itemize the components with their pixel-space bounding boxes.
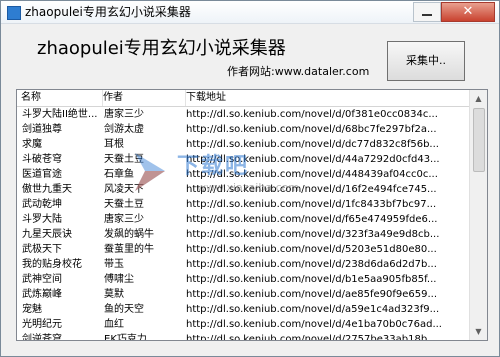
- novel-author: 血红: [104, 319, 124, 330]
- scroll-down-icon[interactable]: ▼: [470, 323, 487, 340]
- download-url: http://dl.so.keniub.com/novel/d/238d6da6…: [186, 259, 437, 270]
- list-item[interactable]: 武极天下 蚕茧里的牛 http://dl.so.keniub.com/novel/d…: [17, 242, 469, 257]
- novel-author: 唐家三少: [104, 109, 144, 120]
- list-item[interactable]: 傲世九重天 风凌天下 http://dl.so.keniub.com/novel/d…: [17, 182, 469, 197]
- download-url: http://dl.so.keniub.com/novel/d/5203e51d…: [186, 244, 437, 255]
- app-heading: zhaopulei专用玄幻小说采集器: [37, 38, 286, 59]
- novel-author: 剑游太虚: [104, 124, 144, 135]
- novel-author: 唐家三少: [104, 214, 144, 225]
- scroll-up-icon[interactable]: ▲: [470, 90, 487, 107]
- novel-list[interactable]: 名称 作者 下载地址 斗罗大陆II绝世... 唐家三少 http://dl.so.k…: [16, 89, 488, 341]
- download-url: http://dl.so.keniub.com/novel/d/2757be33…: [186, 334, 437, 341]
- novel-author: 带玉: [104, 259, 124, 270]
- title-bar[interactable]: zhaopulei专用玄幻小说采集器 ✕: [1, 1, 499, 24]
- window-title: zhaopulei专用玄幻小说采集器: [25, 5, 191, 19]
- minimize-button[interactable]: [413, 2, 441, 22]
- download-url: http://dl.so.keniub.com/novel/d/dc77d832…: [186, 139, 439, 150]
- scroll-thumb[interactable]: [473, 108, 485, 172]
- novel-name: 武炼巅峰: [22, 289, 62, 300]
- list-item[interactable]: 医道官途 石章鱼 http://dl.so.keniub.com/novel/d/4…: [17, 167, 469, 182]
- download-url: http://dl.so.keniub.com/novel/d/16f2e494…: [186, 184, 437, 195]
- list-item[interactable]: 剑逆苍穹 EK巧克力 http://dl.so.keniub.com/novel/d…: [17, 332, 469, 341]
- novel-name: 傲世九重天: [22, 184, 72, 195]
- novel-name: 斗罗大陆II绝世...: [22, 109, 98, 120]
- list-item[interactable]: 光明纪元 血红 http://dl.so.keniub.com/novel/d/4e…: [17, 317, 469, 332]
- list-header: 名称 作者 下载地址: [17, 90, 469, 107]
- column-header-author[interactable]: 作者: [99, 90, 186, 106]
- novel-author: 傅啸尘: [104, 274, 134, 285]
- list-item[interactable]: 我的贴身校花 带玉 http://dl.so.keniub.com/novel/d/…: [17, 257, 469, 272]
- novel-name: 武动乾坤: [22, 199, 62, 210]
- collect-button[interactable]: 采集中..: [387, 41, 465, 81]
- list-item[interactable]: 武炼巅峰 莫默 http://dl.so.keniub.com/novel/d/ae…: [17, 287, 469, 302]
- novel-author: 天蚕土豆: [104, 154, 144, 165]
- list-item[interactable]: 九星天辰诀 发飙的蜗牛 http://dl.so.keniub.com/novel/…: [17, 227, 469, 242]
- column-header-url[interactable]: 下载地址: [182, 90, 469, 106]
- novel-name: 剑逆苍穹: [22, 334, 62, 341]
- list-item[interactable]: 求魔 耳根 http://dl.so.keniub.com/novel/d/dc77…: [17, 137, 469, 152]
- author-website-label: 作者网站:www.dataler.com: [227, 65, 370, 78]
- novel-name: 宠魅: [22, 304, 42, 315]
- novel-author: 风凌天下: [104, 184, 144, 195]
- download-url: http://dl.so.keniub.com/novel/d/ae85fe90…: [186, 289, 438, 300]
- novel-name: 求魔: [22, 139, 42, 150]
- list-item[interactable]: 斗破苍穹 天蚕土豆 http://dl.so.keniub.com/novel/d/…: [17, 152, 469, 167]
- novel-name: 九星天辰诀: [22, 229, 72, 240]
- novel-name: 剑道独尊: [22, 124, 62, 135]
- list-item[interactable]: 武神空间 傅啸尘 http://dl.so.keniub.com/novel/d/b…: [17, 272, 469, 287]
- novel-author: 蚕茧里的牛: [104, 244, 154, 255]
- novel-name: 我的贴身校花: [22, 259, 82, 270]
- download-url: http://dl.so.keniub.com/novel/d/68bc7fe2…: [186, 124, 437, 135]
- download-url: http://dl.so.keniub.com/novel/d/a59e1c4a…: [186, 304, 440, 315]
- vertical-scrollbar[interactable]: ▲ ▼: [469, 90, 487, 340]
- list-item[interactable]: 剑道独尊 剑游太虚 http://dl.so.keniub.com/novel/d/…: [17, 122, 469, 137]
- list-item[interactable]: 武动乾坤 天蚕土豆 http://dl.so.keniub.com/novel/d/…: [17, 197, 469, 212]
- novel-name: 武神空间: [22, 274, 62, 285]
- column-header-name[interactable]: 名称: [17, 90, 103, 106]
- download-url: http://dl.so.keniub.com/novel/d/448439af…: [186, 169, 438, 180]
- novel-name: 武极天下: [22, 244, 62, 255]
- novel-name: 斗破苍穹: [22, 154, 62, 165]
- novel-author: EK巧克力: [104, 334, 147, 341]
- list-item[interactable]: 宠魅 鱼的天空 http://dl.so.keniub.com/novel/d/a5…: [17, 302, 469, 317]
- novel-author: 天蚕土豆: [104, 199, 144, 210]
- download-url: http://dl.so.keniub.com/novel/d/323f3a49…: [186, 229, 440, 240]
- download-url: http://dl.so.keniub.com/novel/d/0f381e0c…: [186, 109, 438, 120]
- novel-name: 光明纪元: [22, 319, 62, 330]
- list-item[interactable]: 斗罗大陆 唐家三少 http://dl.so.keniub.com/novel/d/…: [17, 212, 469, 227]
- novel-name: 医道官途: [22, 169, 62, 180]
- app-icon: [7, 6, 21, 20]
- novel-author: 鱼的天空: [104, 304, 144, 315]
- download-url: http://dl.so.keniub.com/novel/d/4e1ba70b…: [186, 319, 442, 330]
- novel-author: 莫默: [104, 289, 124, 300]
- app-window: zhaopulei专用玄幻小说采集器 ✕ zhaopulei专用玄幻小说采集器 …: [0, 0, 500, 357]
- close-button[interactable]: ✕: [441, 2, 495, 22]
- novel-author: 发飙的蜗牛: [104, 229, 154, 240]
- download-url: http://dl.so.keniub.com/novel/d/b1e5aa90…: [186, 274, 437, 285]
- novel-author: 耳根: [104, 139, 124, 150]
- download-url: http://dl.so.keniub.com/novel/d/1fc8433b…: [186, 199, 437, 210]
- list-item[interactable]: 斗罗大陆II绝世... 唐家三少 http://dl.so.keniub.com/n…: [17, 107, 469, 122]
- novel-author: 石章鱼: [104, 169, 134, 180]
- download-url: http://dl.so.keniub.com/novel/d/f65e4749…: [186, 214, 438, 225]
- download-url: http://dl.so.keniub.com/novel/d/44a7292d…: [186, 154, 440, 165]
- novel-name: 斗罗大陆: [22, 214, 62, 225]
